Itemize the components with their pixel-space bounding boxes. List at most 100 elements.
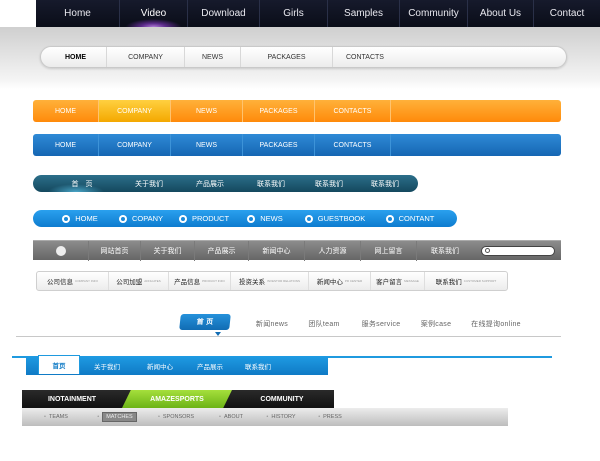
- nav10-products[interactable]: 产品展示: [186, 356, 234, 375]
- nav3-company[interactable]: COMPANY: [99, 100, 171, 122]
- nav9-team[interactable]: 团队team: [306, 317, 342, 331]
- tab-baseline: [16, 336, 561, 337]
- nav8-company-info[interactable]: 公司信息 COMPANY INFO: [37, 272, 109, 290]
- nav5-home[interactable]: 首 页: [33, 175, 119, 192]
- nav2-contacts[interactable]: CONTACTS: [333, 47, 397, 67]
- search-input[interactable]: [481, 245, 555, 256]
- nav1-download[interactable]: Download: [188, 0, 260, 27]
- nav4-home[interactable]: HOME: [33, 134, 99, 156]
- light-nav-with-sublabels: 公司信息 COMPANY INFO 公司加盟 AFFILIATES 产品信息 PROD…: [36, 271, 508, 291]
- nav2-news[interactable]: NEWS: [185, 47, 241, 67]
- gray-sub-nav: • TEAMS • MATCHES • SPONSORS • ABOUT • HISTOR…: [22, 408, 508, 426]
- nav4-packages[interactable]: PACKAGES: [243, 134, 315, 156]
- search-icon: [485, 248, 490, 253]
- nav10-news[interactable]: 新闻中心: [134, 356, 186, 375]
- nav8-sublabel: COMPANY INFO: [75, 279, 98, 283]
- bright-blue-icon-nav: HOME COPANY PRODUCT NEWS GUESTBOOK CONTA…: [33, 210, 457, 227]
- subnav-label: SPONSORS: [162, 414, 195, 420]
- nav1-home[interactable]: Home: [36, 0, 120, 27]
- circle-bullet-icon: [62, 214, 71, 223]
- nav11-press[interactable]: • PRESS: [308, 408, 352, 426]
- nav8-message[interactable]: 客户留言 MESSAGE: [371, 272, 425, 290]
- nav9-service[interactable]: 服务service: [358, 317, 404, 331]
- nav6-home[interactable]: HOME: [33, 210, 111, 227]
- nav6-product-label: PRODUCT: [191, 214, 230, 223]
- nav8-sublabel: PR CENTER: [344, 279, 363, 283]
- nav11-history[interactable]: • HISTORY: [254, 408, 308, 426]
- nav4-news[interactable]: NEWS: [171, 134, 243, 156]
- nav2-home[interactable]: HOME: [45, 47, 107, 67]
- nav1-girls[interactable]: Girls: [260, 0, 328, 27]
- nav6-contant[interactable]: CONTANT: [377, 210, 443, 227]
- nav8-investor-relations[interactable]: 投资关系 INVESTOR RELATIONS: [231, 272, 309, 290]
- active-pointer-icon: [215, 332, 221, 336]
- nav6-guestbook-label: GUESTBOOK: [317, 214, 366, 223]
- nav3-home[interactable]: HOME: [33, 100, 99, 122]
- nav8-label: 产品信息: [174, 279, 201, 286]
- blue-tab-nav: 首页 关于我们 新闻中心 产品展示 联系我们: [26, 355, 328, 375]
- nav8-pr-center[interactable]: 新闻中心 PR CENTER: [309, 272, 371, 290]
- nav5-about[interactable]: 关于我们: [119, 175, 179, 192]
- nav7-contact[interactable]: 联系我们: [417, 241, 473, 261]
- nav6-news[interactable]: NEWS: [237, 210, 293, 227]
- nav5-products[interactable]: 产品展示: [179, 175, 241, 192]
- nav8-sublabel: PRODUCT INFO: [202, 279, 225, 283]
- nav3-packages[interactable]: PACKAGES: [243, 100, 315, 122]
- nav6-guestbook[interactable]: GUESTBOOK: [293, 210, 377, 227]
- nav9-news[interactable]: 新闻news: [254, 317, 290, 331]
- nav4-company[interactable]: COMPANY: [99, 134, 171, 156]
- nav6-copany[interactable]: COPANY: [111, 210, 171, 227]
- nav8-label: 新闻中心: [316, 279, 343, 286]
- dark-nav-bar: Home Video Download Girls Samples Commun…: [36, 0, 600, 27]
- nav5-contact-3[interactable]: 联系我们: [357, 175, 413, 192]
- nav8-affiliates[interactable]: 公司加盟 AFFILIATES: [109, 272, 169, 290]
- nav7-home[interactable]: 网站首页: [89, 240, 141, 261]
- nav7-products[interactable]: 产品展示: [195, 240, 249, 261]
- nav11-amazesports[interactable]: AMAZESPORTS: [122, 390, 232, 408]
- nav4-contacts[interactable]: CONTACTS: [315, 134, 391, 156]
- nav5-contact-2[interactable]: 联系我们: [301, 175, 357, 192]
- nav8-product-info[interactable]: 产品信息 PRODUCT INFO: [169, 272, 231, 290]
- nav8-label: 联系我们: [435, 279, 462, 286]
- nav11-sponsors[interactable]: • SPONSORS: [144, 408, 208, 426]
- nav6-product[interactable]: PRODUCT: [171, 210, 237, 227]
- nav9-home[interactable]: 首 页: [179, 314, 231, 330]
- nav8-sublabel: AFFILIATES: [144, 279, 161, 283]
- nav1-contact[interactable]: Contact: [534, 0, 600, 27]
- nav7-about[interactable]: 关于我们: [141, 240, 195, 261]
- nav8-label: 投资关系: [239, 279, 266, 286]
- nav7-logo[interactable]: [33, 240, 89, 261]
- nav11-about[interactable]: • ABOUT: [208, 408, 254, 426]
- nav3-contacts[interactable]: CONTACTS: [315, 100, 391, 122]
- nav1-samples[interactable]: Samples: [328, 0, 400, 27]
- nav1-video[interactable]: Video: [120, 0, 188, 27]
- nav8-label: 公司加盟: [116, 279, 143, 286]
- nav7-hr[interactable]: 人力资源: [305, 240, 361, 261]
- nav7-news[interactable]: 新闻中心: [249, 240, 305, 261]
- nav10-about[interactable]: 关于我们: [80, 356, 134, 375]
- nav6-copany-label: COPANY: [131, 214, 164, 223]
- circle-bullet-icon: [118, 214, 127, 223]
- nav7-guestbook[interactable]: 网上留言: [361, 240, 417, 261]
- nav1-about-us[interactable]: About Us: [468, 0, 534, 27]
- nav11-inotainment[interactable]: INOTAINMENT: [22, 390, 122, 408]
- nav11-matches[interactable]: • MATCHES: [90, 408, 144, 426]
- circle-bullet-icon: [178, 214, 187, 223]
- nav3-news[interactable]: NEWS: [171, 100, 243, 122]
- gray-nav-with-search: 网站首页 关于我们 产品展示 新闻中心 人力资源 网上留言 联系我们: [33, 240, 561, 261]
- nav9-case[interactable]: 案例case: [418, 317, 454, 331]
- nav6-home-label: HOME: [75, 214, 98, 223]
- nav11-community[interactable]: COMMUNITY: [232, 390, 332, 408]
- nav1-community[interactable]: Community: [400, 0, 468, 27]
- circle-bullet-icon: [304, 214, 313, 223]
- nav8-label: 客户留言: [376, 279, 403, 286]
- nav9-online[interactable]: 在线提询online: [470, 317, 522, 331]
- nav10-home[interactable]: 首页: [38, 355, 80, 374]
- nav10-contact[interactable]: 联系我们: [234, 356, 282, 375]
- nav8-customer-support[interactable]: 联系我们 CUSTOMER SUPPORT: [425, 272, 507, 290]
- nav2-company[interactable]: COMPANY: [107, 47, 185, 67]
- nav11-teams[interactable]: • TEAMS: [22, 408, 90, 426]
- nav8-sublabel: INVESTOR RELATIONS: [267, 279, 300, 283]
- nav5-contact-1[interactable]: 联系我们: [241, 175, 301, 192]
- nav2-packages[interactable]: PACKAGES: [241, 47, 333, 67]
